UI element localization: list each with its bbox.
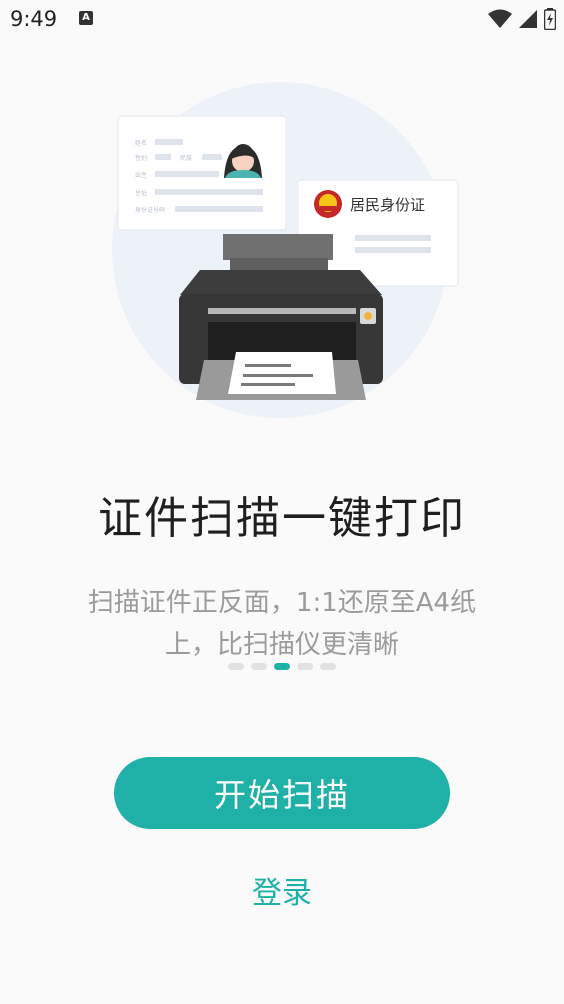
id-card-title: 居民身份证: [350, 196, 425, 214]
printer-illustration: 姓名 性别 民族 出生 住址 身份证号码 居民身份证: [112, 82, 459, 418]
wifi-icon: [488, 9, 512, 28]
national-emblem-icon: [314, 190, 342, 218]
form-label-birth: 出生: [135, 171, 147, 179]
battery-icon: [544, 8, 556, 30]
start-scan-button[interactable]: 开始扫描: [114, 757, 450, 829]
signal-icon: [519, 10, 537, 28]
notification-a-icon: A: [79, 11, 93, 25]
page-dot: [251, 663, 267, 670]
login-link[interactable]: 登录: [0, 868, 564, 912]
form-label-id-number: 身份证号码: [135, 206, 165, 214]
page-dot: [297, 663, 313, 670]
page-dot: [228, 663, 244, 670]
page-subtitle: 扫描证件正反面，1:1还原至A4纸上，比扫描仪更清晰: [87, 588, 477, 660]
status-bar: 9:49 A: [0, 0, 564, 38]
status-time: 9:49: [10, 7, 58, 31]
info-card-illustration: 姓名 性别 民族 出生 住址 身份证号码: [117, 115, 287, 231]
form-label-ethnic: 民族: [180, 154, 192, 162]
status-icons: [488, 8, 556, 30]
form-label-address: 住址: [135, 189, 147, 197]
page-title: 证件扫描一键打印: [98, 493, 466, 544]
form-label-name: 姓名: [135, 139, 147, 147]
page-dot-active: [274, 663, 290, 670]
page-dot: [320, 663, 336, 670]
form-label-sex: 性别: [135, 154, 147, 162]
page-indicator: [0, 663, 564, 670]
